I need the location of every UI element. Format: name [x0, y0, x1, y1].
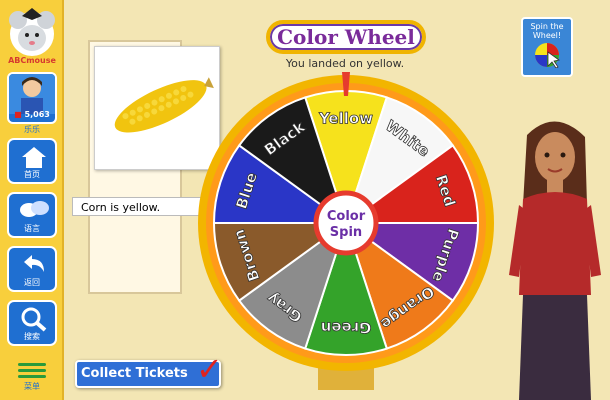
home-icon — [22, 147, 46, 168]
mini-wheel-icon — [535, 43, 560, 69]
nav-back-button[interactable]: 返回 — [7, 246, 57, 292]
search-icon — [21, 307, 47, 332]
ticket-icon: ■ — [14, 110, 22, 119]
mouse-logo-icon[interactable] — [6, 4, 58, 60]
color-wheel[interactable]: Yellow WhiteRedPurpleOrangeGreenGrayBrown… — [196, 70, 496, 390]
spin-wheel-button[interactable]: Spin the Wheel! — [521, 17, 573, 77]
nav-home-button[interactable]: 首页 — [7, 138, 57, 184]
checkmark-icon: ✓ — [196, 350, 223, 388]
page-title: Color Wheel — [266, 20, 426, 54]
hamburger-icon — [12, 363, 52, 378]
back-icon — [24, 255, 44, 272]
sidebar: ABCmouse ■ 5,063 乐乐 首页 语言 返回 搜索 菜单 — [0, 0, 64, 400]
ticket-count: ■ 5,063 — [14, 110, 50, 119]
username: 乐乐 — [24, 125, 40, 134]
result-text: You landed on yellow. — [285, 57, 405, 70]
menu-button[interactable]: 菜单 — [12, 360, 52, 392]
logo-text: ABCmouse — [8, 56, 56, 65]
hub-label-bottom: Spin — [330, 225, 362, 240]
nav-search-button[interactable]: 搜索 — [7, 300, 57, 346]
hub-label-top: Color — [327, 209, 366, 224]
wheel-label-yellow: Yellow — [318, 110, 373, 128]
teacher-character — [509, 121, 601, 400]
nav-language-button[interactable]: 语言 — [7, 192, 57, 238]
spin-button-label: Spin the Wheel! — [530, 22, 564, 40]
language-icon — [20, 201, 49, 217]
wheel-label-green: Green — [321, 319, 372, 337]
